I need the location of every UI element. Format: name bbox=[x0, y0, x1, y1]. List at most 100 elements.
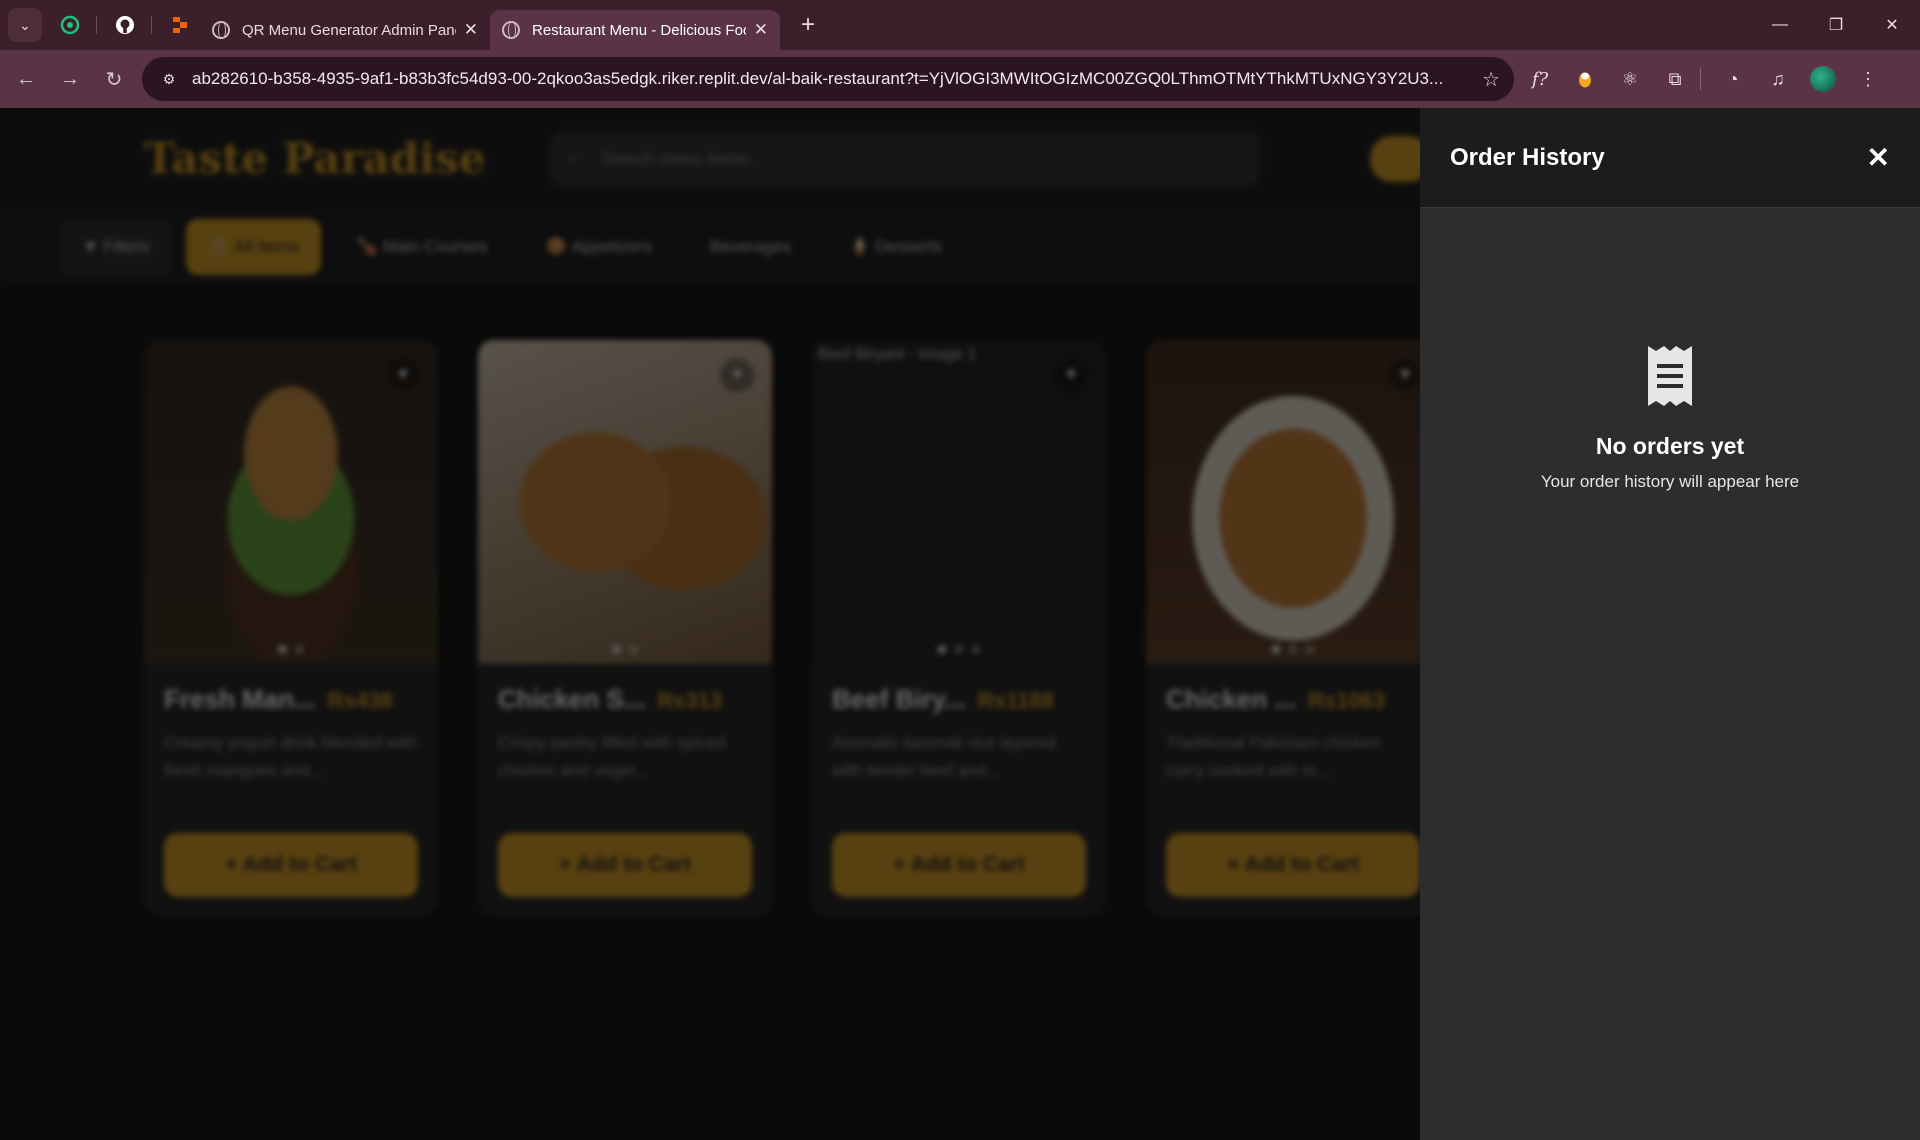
carousel-dots bbox=[278, 645, 304, 654]
url-text[interactable]: ab282610-b358-4935-9af1-b83b3fc54d93-00-… bbox=[192, 69, 1470, 89]
item-price: Rs1063 bbox=[1308, 688, 1386, 713]
avatar bbox=[1810, 66, 1836, 92]
search-icon: ⌕ bbox=[568, 149, 578, 168]
card-info: Chicken ... Rs1063 Traditional Pakistani … bbox=[1146, 664, 1440, 916]
browser-tab-bar: ⌄ QR Menu Generator Admin Panel ✕ Restau… bbox=[0, 0, 1920, 50]
menu-search-input[interactable]: ⌕ Search menu items... bbox=[550, 132, 1260, 186]
item-price: Rs438 bbox=[327, 688, 393, 713]
empty-state-title: No orders yet bbox=[1595, 433, 1745, 459]
add-to-cart-button[interactable]: + Add to Cart bbox=[832, 833, 1086, 897]
item-name: Chicken S... bbox=[498, 684, 646, 714]
category-label: Appetizers bbox=[571, 237, 652, 256]
back-arrow-icon[interactable]: ← bbox=[8, 61, 44, 97]
globe-icon bbox=[502, 21, 520, 39]
drawer-title: Order History bbox=[1450, 143, 1605, 171]
food-image-curry: ♥ bbox=[1146, 340, 1440, 664]
profile-avatar[interactable] bbox=[1804, 60, 1842, 98]
tab-separator bbox=[151, 16, 152, 34]
openai-icon bbox=[60, 15, 80, 35]
tab-title: Restaurant Menu - Delicious Food bbox=[532, 21, 746, 39]
menu-kebab-icon[interactable]: ⋮ bbox=[1849, 60, 1887, 98]
food-image-samosa: ♥ bbox=[478, 340, 772, 664]
filter-icon: ▼ bbox=[82, 237, 104, 256]
minimize-icon[interactable]: — bbox=[1752, 0, 1808, 50]
pinned-tab-chatgpt[interactable] bbox=[50, 8, 90, 42]
utensils-icon: 🍴 bbox=[207, 237, 234, 256]
performance-icon[interactable]: ◔ bbox=[1714, 60, 1752, 98]
image-alt-text: Beef Biryani - Image 1 bbox=[818, 346, 977, 363]
heart-icon[interactable]: ♥ bbox=[720, 358, 754, 392]
category-label: All Items bbox=[233, 237, 299, 256]
heart-icon[interactable]: ♥ bbox=[1054, 358, 1088, 392]
address-bar[interactable]: ⚙ ab282610-b358-4935-9af1-b83b3fc54d93-0… bbox=[142, 57, 1514, 101]
empty-state-subtitle: Your order history will appear here bbox=[1540, 472, 1800, 491]
bookmark-star-icon[interactable]: ☆ bbox=[1482, 67, 1500, 92]
search-placeholder: Search menu items... bbox=[601, 149, 763, 168]
tab-restaurant-menu[interactable]: Restaurant Menu - Delicious Food ✕ bbox=[490, 10, 780, 50]
card-info: Fresh Man... Rs438 Creamy yogurt drink bl… bbox=[144, 664, 438, 916]
window-controls: — ❐ ✕ bbox=[1752, 0, 1920, 50]
site-info-icon[interactable]: ⚙ bbox=[156, 66, 182, 92]
reload-icon[interactable]: ↻ bbox=[96, 61, 132, 97]
extensions-puzzle-icon[interactable]: ⧉ bbox=[1656, 60, 1694, 98]
restore-icon[interactable]: ❐ bbox=[1808, 0, 1864, 50]
item-description: Traditional Pakistani chicken curry cook… bbox=[1166, 733, 1381, 780]
drumstick-icon: 🍗 bbox=[356, 237, 383, 256]
new-tab-button[interactable]: + bbox=[792, 9, 824, 41]
category-beverages[interactable]: Beverages bbox=[688, 219, 813, 275]
heart-icon[interactable]: ♥ bbox=[1388, 358, 1422, 392]
close-icon[interactable]: ✕ bbox=[464, 20, 478, 40]
forward-arrow-icon[interactable]: → bbox=[52, 61, 88, 97]
menu-card[interactable]: ♥ Chicken S... Rs313 Crispy pastry filled… bbox=[478, 340, 772, 916]
receipt-icon bbox=[1646, 344, 1694, 413]
item-name: Beef Biry... bbox=[832, 684, 966, 714]
add-to-cart-button[interactable]: + Add to Cart bbox=[1166, 833, 1420, 897]
carousel-dots bbox=[612, 645, 638, 654]
category-label: Filters bbox=[103, 237, 150, 256]
window-close-icon[interactable]: ✕ bbox=[1864, 0, 1920, 50]
broken-image-placeholder: Beef Biryani - Image 1 ♥ bbox=[812, 340, 1106, 664]
pinned-tab-replit[interactable] bbox=[160, 8, 200, 42]
carousel-dots bbox=[937, 645, 981, 654]
replit-icon bbox=[173, 17, 187, 33]
item-name: Chicken ... bbox=[1166, 684, 1297, 714]
pinned-tab-github[interactable] bbox=[105, 8, 145, 42]
brand-logo[interactable]: Taste Paradise bbox=[144, 134, 486, 183]
filters-button[interactable]: ▼ Filters bbox=[60, 219, 172, 275]
item-description: Creamy yogurt drink blended with fresh m… bbox=[164, 733, 418, 780]
chevron-down-icon: ⌄ bbox=[19, 16, 31, 33]
category-label: Beverages bbox=[709, 237, 792, 256]
category-all-items[interactable]: 🍴 All Items bbox=[185, 219, 321, 275]
media-control-icon[interactable]: ♫ bbox=[1759, 60, 1797, 98]
menu-card[interactable]: ♥ Chicken ... Rs1063 Traditional Pakistan… bbox=[1146, 340, 1440, 916]
tab-title: QR Menu Generator Admin Panel bbox=[242, 21, 456, 39]
browser-toolbar: ← → ↻ ⚙ ab282610-b358-4935-9af1-b83b3fc5… bbox=[0, 50, 1920, 108]
extension-formula-icon[interactable]: f? bbox=[1521, 60, 1559, 98]
add-to-cart-button[interactable]: + Add to Cart bbox=[164, 833, 418, 897]
menu-card[interactable]: Beef Biryani - Image 1 ♥ Beef Biry... Rs1… bbox=[812, 340, 1106, 916]
item-description: Aromatic basmati rice layered with tende… bbox=[832, 733, 1056, 780]
add-to-cart-button[interactable]: + Add to Cart bbox=[498, 833, 752, 897]
menu-grid: ♥ Fresh Man... Rs438 Creamy yogurt drink … bbox=[144, 340, 1440, 916]
cookie-icon: 🍪 bbox=[545, 237, 572, 256]
food-image-burger: ♥ bbox=[144, 340, 438, 664]
extension-egg-icon[interactable] bbox=[1566, 60, 1604, 98]
heart-icon[interactable]: ♥ bbox=[386, 358, 420, 392]
category-appetizers[interactable]: 🍪 Appetizers bbox=[524, 219, 674, 275]
menu-card[interactable]: ♥ Fresh Man... Rs438 Creamy yogurt drink … bbox=[144, 340, 438, 916]
category-main-courses[interactable]: 🍗 Main Courses bbox=[335, 219, 510, 275]
close-icon[interactable]: ✕ bbox=[754, 20, 768, 40]
card-info: Beef Biry... Rs1188 Aromatic basmati rice… bbox=[812, 664, 1106, 916]
item-name: Fresh Man... bbox=[164, 684, 316, 714]
order-history-drawer: Order History ✕ No orders yet Your order… bbox=[1420, 108, 1920, 1140]
close-icon[interactable]: ✕ bbox=[1867, 141, 1890, 174]
drawer-header: Order History ✕ bbox=[1420, 108, 1920, 208]
empty-state: No orders yet Your order history will ap… bbox=[1420, 344, 1920, 492]
github-icon bbox=[116, 16, 134, 34]
category-desserts[interactable]: 🍦 Desserts bbox=[827, 219, 964, 275]
item-description: Crispy pastry filled with spiced chicken… bbox=[498, 733, 726, 780]
tab-qr-menu-admin[interactable]: QR Menu Generator Admin Panel ✕ bbox=[200, 10, 490, 50]
extension-react-icon[interactable]: ⚛ bbox=[1611, 60, 1649, 98]
carousel-dots bbox=[1271, 645, 1315, 654]
tab-search-button[interactable]: ⌄ bbox=[8, 8, 42, 42]
